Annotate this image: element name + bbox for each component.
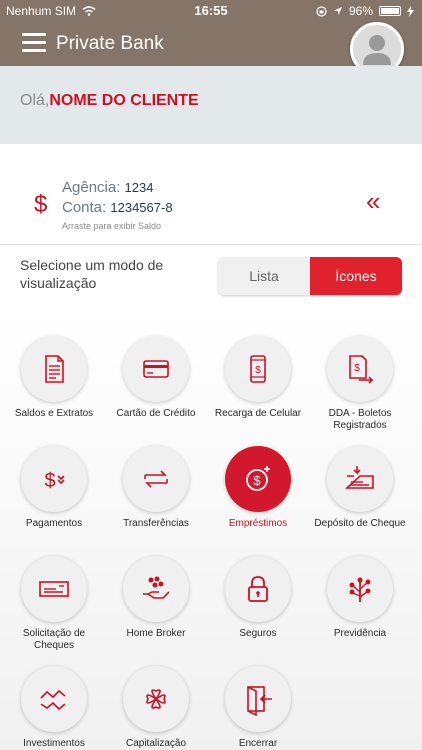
menu-item-investimentos[interactable]: Investimentos [4,664,104,750]
nav-bar: Private Bank [0,22,422,76]
menu-item-circle: $ [327,336,393,402]
rotation-lock-icon [316,5,327,17]
account-line: Conta: 1234567-8 [62,199,173,216]
greeting-text: Olá,NOME DO CLIENTE [20,92,199,110]
menu-item-label: Empréstimos [228,518,288,529]
menu-item-dda[interactable]: $ DDA - Boletos Registrados [310,334,410,444]
document-icon [45,355,64,383]
balance-hint: Arraste para exibir Saldo [62,221,162,231]
view-mode-label: Selecione um modo de visualização [20,257,164,291]
menu-item-home-broker[interactable]: Home Broker [106,554,206,664]
agency-label: Agência: [62,179,121,196]
menu-item-label: Cartão de Crédito [116,408,196,419]
menu-item-deposito[interactable]: Depósito de Cheque [310,444,410,554]
cheque-icon [39,581,69,597]
status-bar: Nenhum SIM 16:55 96% [0,0,422,22]
menu-item-label: Seguros [239,628,277,639]
phone-recharge-icon: $ [250,355,266,383]
svg-text:$: $ [354,363,360,374]
menu-item-label: DDA - Boletos Registrados [328,408,392,431]
menu-item-circle: $ [225,336,291,402]
menu-item-saldos[interactable]: Saldos e Extratos [4,334,104,444]
menu-item-previdencia[interactable]: Previdência [310,554,410,664]
bill-transfer-icon: $ [349,355,374,384]
client-name: NOME DO CLIENTE [49,92,199,109]
battery-percent: 96% [348,4,373,18]
menu-item-label: Pagamentos [25,518,83,529]
menu-item-recarga[interactable]: $ Recarga de Celular [208,334,308,444]
exit-door-icon [247,686,272,716]
menu-item-cartao[interactable]: Cartão de Crédito [106,334,206,444]
menu-item-circle [21,336,87,402]
svg-text:$: $ [255,365,261,376]
account-info[interactable]: $ Agência: 1234 Conta: 1234567-8 Arraste… [0,165,422,243]
status-right: 96% [316,4,414,18]
tree-icon [349,577,371,602]
menu-item-label: Investimentos [23,738,85,749]
chart-arrows-icon [40,689,66,711]
menu-item-seguros[interactable]: Seguros [208,554,308,664]
lock-icon [248,576,268,602]
double-chevron-left-icon[interactable]: « [366,188,380,214]
menu-item-circle [225,556,291,622]
agency-value: 1234 [124,180,154,195]
menu-item-capitalizacao[interactable]: Capitalização [106,664,206,750]
payment-icon: $ [44,470,65,492]
divider [0,244,422,245]
menu-item-label: Home Broker [126,628,186,639]
menu-item-emprestimos[interactable]: $ Empréstimos [208,444,308,554]
view-mode-list-option[interactable]: Lista [218,257,310,295]
location-arrow-icon [333,7,342,15]
menu-item-label: Encerrar [238,738,278,749]
menu-item-circle [225,666,291,732]
menu-item-circle: $ [21,446,87,512]
clover-icon [146,689,166,709]
menu-icon[interactable] [22,33,46,55]
menu-item-circle [327,446,393,512]
transfer-arrows-icon [144,470,168,488]
menu-item-circle [123,336,189,402]
greeting-hello: Olá, [20,92,50,109]
greeting-banner: Olá,NOME DO CLIENTE [0,66,422,144]
menu-item-label: Capitalização [125,738,187,749]
menu-item-encerrar[interactable]: Encerrar [208,664,308,750]
menu-item-label: Depósito de Cheque [314,518,406,529]
agency-line: Agência: 1234 [62,179,153,196]
menu-grid: Saldos e Extratos Cartão de Crédito $ Re… [0,310,422,750]
menu-item-circle-active: $ [225,446,291,512]
menu-item-label: Solicitação de Cheques [22,628,86,651]
menu-item-circle [123,446,189,512]
menu-item-label: Saldos e Extratos [14,408,94,419]
menu-item-circle [123,666,189,732]
loan-coin-icon: $ [246,466,270,491]
battery-icon [379,6,401,16]
hand-coins-icon [143,576,170,599]
nav-title: Private Bank [56,33,164,54]
menu-item-label: Previdência [333,628,387,639]
menu-item-label: Recarga de Celular [214,408,302,419]
menu-item-circle [327,556,393,622]
account-label: Conta: [62,199,107,216]
svg-text:$: $ [44,470,55,492]
view-mode-toggle: Lista Ícones [218,257,402,295]
svg-text:$: $ [253,473,261,488]
menu-item-label: Transferências [123,518,189,529]
menu-item-circle [21,556,87,622]
menu-item-circle [21,666,87,732]
menu-item-circle [123,556,189,622]
view-mode-icons-option[interactable]: Ícones [310,257,402,295]
charging-bolt-icon [407,5,414,17]
credit-card-icon [143,360,169,378]
menu-item-pagamentos[interactable]: $ Pagamentos [4,444,104,554]
menu-item-cheques[interactable]: Solicitação de Cheques [4,554,104,664]
cheque-deposit-icon [344,466,374,489]
account-value: 1234567-8 [110,200,173,215]
menu-item-transferencias[interactable]: Transferências [106,444,206,554]
dollar-icon: $ [34,191,48,218]
